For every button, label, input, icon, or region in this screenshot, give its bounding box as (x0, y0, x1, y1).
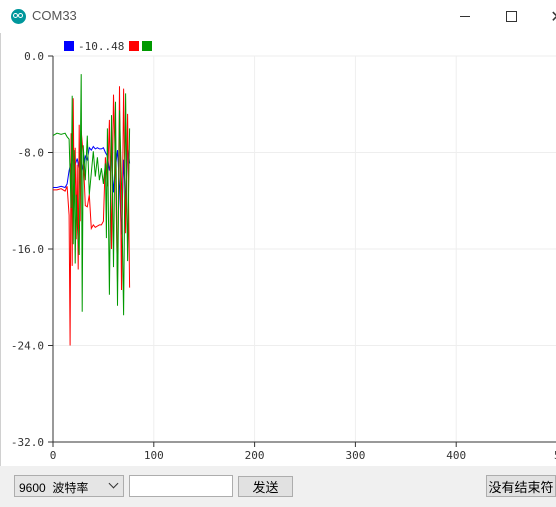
y-tick-label: -32.0 (11, 436, 44, 449)
bottom-toolbar: 9600 波特率 发送 没有结束符 (0, 466, 556, 507)
close-button[interactable]: ✕ (534, 0, 556, 33)
close-icon: ✕ (550, 8, 556, 25)
x-tick-label: 0 (50, 449, 57, 462)
plot-series (52, 74, 131, 346)
arduino-icon (11, 9, 26, 24)
send-text-input[interactable] (129, 475, 233, 497)
maximize-icon (505, 11, 517, 22)
y-tick-label: 0.0 (24, 50, 44, 63)
window-title: COM33 (32, 8, 77, 23)
plot-legend: -10..48 (64, 40, 152, 53)
minimize-button[interactable] (442, 0, 488, 33)
plot-grid (52, 55, 556, 443)
send-button[interactable]: 发送 (238, 476, 293, 497)
x-tick-label: 300 (345, 449, 365, 462)
x-tick-label: 100 (144, 449, 164, 462)
title-bar: COM33 ✕ (0, 0, 556, 33)
baud-rate-label: 9600 波特率 (19, 479, 88, 496)
y-tick-label: -16.0 (11, 243, 44, 256)
plot-axes: 0.0-8.0-16.0-24.0-32.001002003004005 (11, 50, 556, 462)
legend-swatch-series-3 (142, 41, 152, 51)
y-tick-label: -24.0 (11, 340, 44, 353)
serial-plot-chart: 0.0-8.0-16.0-24.0-32.001002003004005 -10… (11, 40, 556, 462)
legend-label-series-1: -10..48 (78, 40, 124, 53)
legend-swatch-series-1 (64, 41, 74, 51)
x-tick-label: 200 (245, 449, 265, 462)
y-tick-label: -8.0 (18, 147, 45, 160)
baud-rate-select[interactable]: 9600 波特率 (14, 475, 124, 497)
legend-swatch-series-2 (129, 41, 139, 51)
serial-plotter-area: 0.0-8.0-16.0-24.0-32.001002003004005 -10… (0, 33, 556, 466)
maximize-button[interactable] (488, 0, 534, 33)
line-ending-select[interactable]: 没有结束符 (486, 475, 556, 497)
chevron-down-icon (108, 478, 119, 489)
x-tick-label: 400 (446, 449, 466, 462)
baud-rate-unit: 波特率 (52, 481, 89, 495)
minimize-icon (460, 16, 470, 17)
baud-rate-value: 9600 (19, 481, 46, 495)
